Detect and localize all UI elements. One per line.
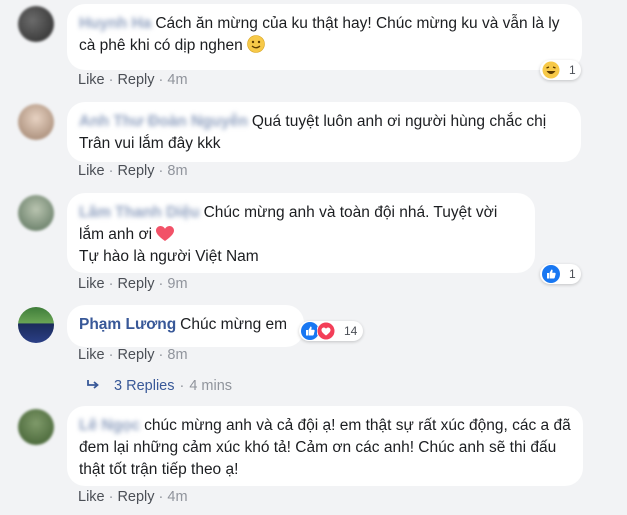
avatar[interactable] (18, 6, 54, 42)
separator: · (158, 163, 164, 179)
reply-arrow-icon (87, 380, 99, 389)
comment-actions: Like · Reply · 8m (78, 347, 188, 363)
comment-bubble: Anh Thư Đoàn Nguyễn Quá tuyệt luôn anh ơi… (67, 102, 581, 162)
laughing-face-icon (542, 61, 560, 79)
like-link[interactable]: Like (78, 163, 105, 179)
separator: · (108, 276, 114, 292)
separator: · (158, 489, 164, 505)
avatar[interactable] (18, 195, 54, 231)
comment-timestamp[interactable]: 8m (167, 347, 187, 363)
reply-link[interactable]: Reply (117, 347, 154, 363)
reaction-count: 1 (569, 63, 576, 77)
comment-text: Chúc mừng em (180, 316, 288, 333)
like-icon (542, 265, 560, 283)
slightly-smiling-face-icon (247, 35, 265, 53)
reaction-summary[interactable]: 1 (540, 60, 581, 80)
separator: · (108, 489, 114, 505)
avatar[interactable] (18, 104, 54, 140)
comment-author[interactable]: Huynh Ha (79, 15, 151, 32)
red-heart-icon (156, 226, 175, 241)
reply-link[interactable]: Reply (117, 72, 154, 88)
reply-link[interactable]: Reply (117, 276, 154, 292)
reaction-count: 1 (569, 267, 576, 281)
separator: · (158, 347, 164, 363)
comment-timestamp[interactable]: 9m (167, 276, 187, 292)
comment-bubble: Lâm Thanh Diệu Chúc mừng anh và toàn đội … (67, 193, 535, 273)
comment-author[interactable]: Lê Ngọc (79, 417, 140, 434)
comment-timestamp[interactable]: 8m (167, 163, 187, 179)
comment-text-line: Tự hào là người Việt Nam (79, 248, 259, 265)
separator: · (108, 163, 114, 179)
comment-actions: Like · Reply · 9m (78, 276, 188, 292)
separator: · (108, 72, 114, 88)
reply-link[interactable]: Reply (117, 163, 154, 179)
comment-text: Cách ăn mừng của ku thật hay! Chúc mừng … (79, 15, 560, 54)
reaction-summary[interactable]: 14 (299, 321, 364, 341)
separator: · (179, 378, 185, 394)
view-replies[interactable]: 3 Replies · 4 mins (86, 378, 232, 394)
separator: · (158, 276, 164, 292)
comment-author[interactable]: Anh Thư Đoàn Nguyễn (79, 113, 248, 130)
like-link[interactable]: Like (78, 72, 105, 88)
love-icon (317, 322, 335, 340)
comment-bubble: Huynh Ha Cách ăn mừng của ku thật hay! Ch… (67, 4, 582, 70)
comment-author[interactable]: Phạm Lương (79, 316, 176, 333)
comment-bubble: Phạm Lương Chúc mừng em (67, 305, 304, 347)
like-link[interactable]: Like (78, 489, 105, 505)
comment-actions: Like · Reply · 8m (78, 163, 188, 179)
separator: · (158, 72, 164, 88)
reaction-count: 14 (344, 324, 358, 338)
comment-author[interactable]: Lâm Thanh Diệu (79, 204, 200, 221)
comment-timestamp[interactable]: 4m (167, 489, 187, 505)
replies-timestamp[interactable]: 4 mins (189, 378, 232, 394)
comment-actions: Like · Reply · 4m (78, 72, 188, 88)
replies-count-link[interactable]: 3 Replies (114, 378, 174, 394)
avatar[interactable] (18, 409, 54, 445)
like-link[interactable]: Like (78, 276, 105, 292)
avatar[interactable] (18, 307, 54, 343)
comment-actions: Like · Reply · 4m (78, 489, 188, 505)
separator: · (108, 347, 114, 363)
comment-bubble: Lê Ngọc chúc mừng anh và cả đội ạ! em thậ… (67, 406, 583, 486)
reply-link[interactable]: Reply (117, 489, 154, 505)
comment-text: chúc mừng anh và cả đội ạ! em thật sự rấ… (79, 417, 571, 478)
like-link[interactable]: Like (78, 347, 105, 363)
comment-timestamp[interactable]: 4m (167, 72, 187, 88)
reaction-summary[interactable]: 1 (540, 264, 581, 284)
